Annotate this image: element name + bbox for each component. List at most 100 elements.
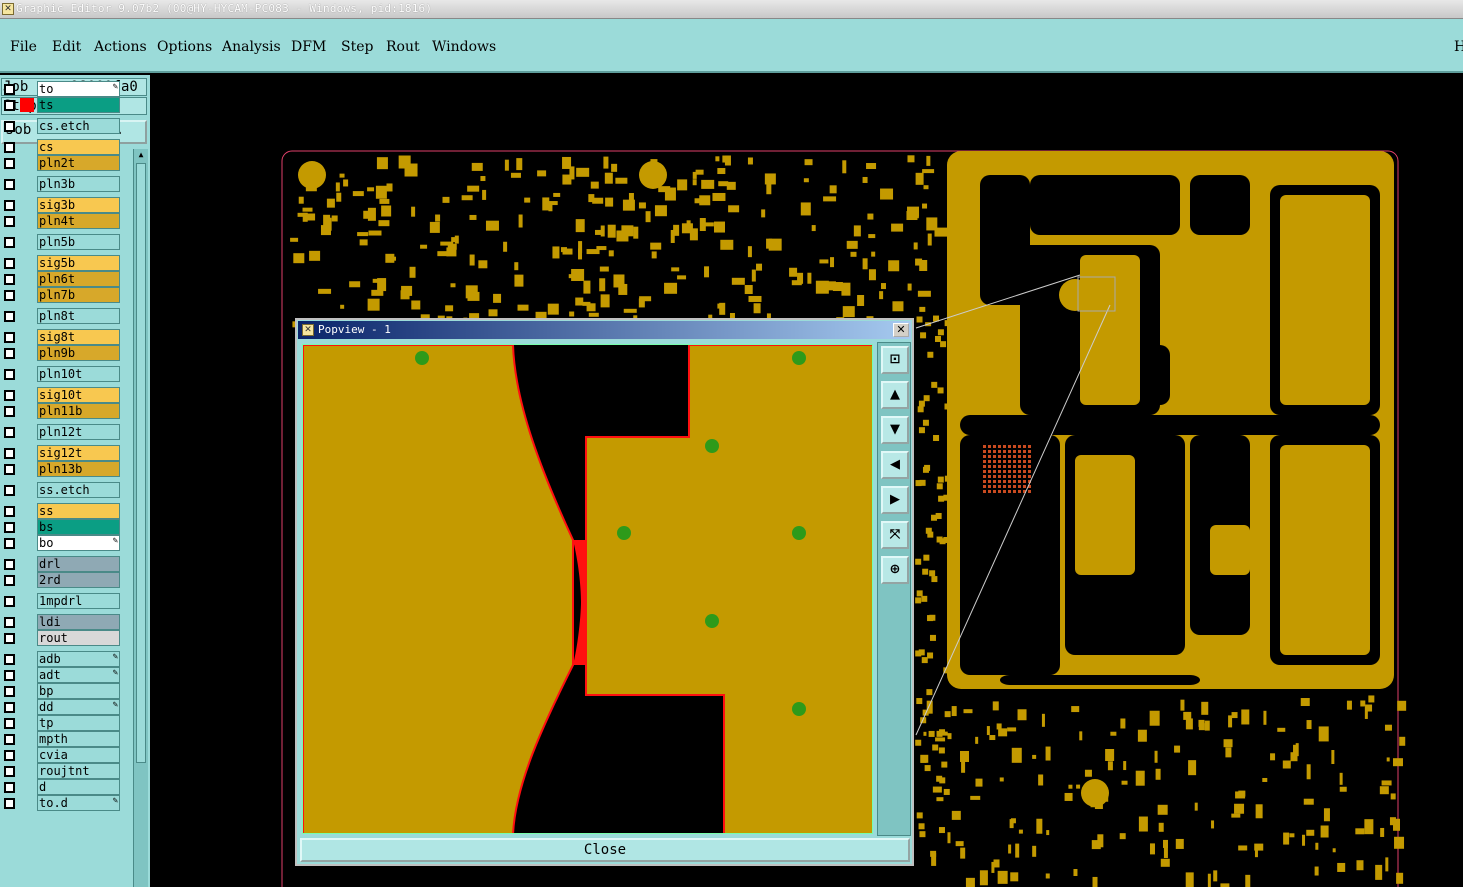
layer-row-2rd[interactable]: 2rd (2, 572, 120, 588)
layer-name[interactable]: dd (37, 699, 120, 715)
layer-row-ss[interactable]: ss (2, 503, 120, 519)
layer-row-cvia[interactable]: cvia (2, 747, 120, 763)
layer-row-to[interactable]: to ✎ (2, 81, 120, 97)
layer-checkbox[interactable] (4, 100, 15, 111)
layer-affected-mark[interactable] (20, 198, 34, 212)
zoom-out-icon[interactable]: ⤧ (881, 521, 909, 549)
layer-affected-mark[interactable] (20, 780, 34, 794)
layer-row-pln11b[interactable]: pln11b (2, 403, 120, 419)
layer-name[interactable]: adb (37, 651, 120, 667)
layer-row-pln7b[interactable]: pln7b (2, 287, 120, 303)
layer-row-sig5b[interactable]: sig5b (2, 255, 120, 271)
popview-titlebar[interactable]: ✕ Popview - 1 ✕ (298, 321, 911, 339)
layer-row-cs-etch[interactable]: cs.etch (2, 118, 120, 134)
layer-affected-mark[interactable] (20, 425, 34, 439)
layer-name[interactable]: sig12t (37, 445, 120, 461)
layer-scrollbar[interactable]: ▲ (133, 149, 148, 887)
layer-row-rout[interactable]: rout (2, 630, 120, 646)
layer-affected-mark[interactable] (20, 573, 34, 587)
layer-name[interactable]: to.d (37, 795, 120, 811)
scroll-thumb[interactable] (136, 163, 146, 763)
layer-name[interactable]: cs (37, 139, 120, 155)
layer-checkbox[interactable] (4, 654, 15, 665)
layer-row-adb[interactable]: adb ✎ (2, 651, 120, 667)
layer-checkbox[interactable] (4, 522, 15, 533)
layer-checkbox[interactable] (4, 348, 15, 359)
layer-name[interactable]: ss (37, 503, 120, 519)
layer-name[interactable]: 2rd (37, 572, 120, 588)
layer-name[interactable]: pln7b (37, 287, 120, 303)
menu-actions[interactable]: Actions (94, 39, 147, 55)
layer-row-pln8t[interactable]: pln8t (2, 308, 120, 324)
layer-affected-mark[interactable] (20, 388, 34, 402)
layer-affected-mark[interactable] (20, 652, 34, 666)
layer-affected-mark[interactable] (20, 119, 34, 133)
layer-checkbox[interactable] (4, 158, 15, 169)
layer-name[interactable]: bp (37, 683, 120, 699)
layer-checkbox[interactable] (4, 464, 15, 475)
layer-affected-mark[interactable] (20, 214, 34, 228)
pan-left-icon[interactable]: ◀ (881, 451, 909, 479)
layer-name[interactable]: bo (37, 535, 120, 551)
layer-checkbox[interactable] (4, 332, 15, 343)
menu-step[interactable]: Step (341, 39, 373, 55)
layer-name[interactable]: pln5b (37, 234, 120, 250)
layer-name[interactable]: roujtnt (37, 763, 120, 779)
layer-name[interactable]: pln10t (37, 366, 120, 382)
layer-name[interactable]: pln3b (37, 176, 120, 192)
layer-row-to-d[interactable]: to.d ✎ (2, 795, 120, 811)
layer-name[interactable]: pln13b (37, 461, 120, 477)
layer-name[interactable]: ts (37, 97, 120, 113)
layer-row-sig8t[interactable]: sig8t (2, 329, 120, 345)
layer-row-drl[interactable]: drl (2, 556, 120, 572)
layer-affected-mark[interactable] (20, 446, 34, 460)
layer-name[interactable]: pln11b (37, 403, 120, 419)
layer-name[interactable]: pln8t (37, 308, 120, 324)
layer-checkbox[interactable] (4, 702, 15, 713)
layer-name[interactable]: cvia (37, 747, 120, 763)
layer-row-pln3b[interactable]: pln3b (2, 176, 120, 192)
layer-name[interactable]: to (37, 81, 120, 97)
layer-checkbox[interactable] (4, 617, 15, 628)
layer-affected-mark[interactable] (20, 177, 34, 191)
layer-affected-mark[interactable] (20, 764, 34, 778)
layer-affected-mark[interactable] (20, 82, 34, 96)
layer-checkbox[interactable] (4, 506, 15, 517)
layer-checkbox[interactable] (4, 311, 15, 322)
layer-checkbox[interactable] (4, 142, 15, 153)
layer-row-ss-etch[interactable]: ss.etch (2, 482, 120, 498)
popview-close-button[interactable]: Close (300, 838, 910, 862)
layer-row-bs[interactable]: bs (2, 519, 120, 535)
layer-row-bo[interactable]: bo ✎ (2, 535, 120, 551)
menu-windows[interactable]: Windows (432, 39, 496, 55)
pan-down-icon[interactable]: ▼ (881, 416, 909, 444)
layer-affected-mark[interactable] (20, 288, 34, 302)
popview-close-icon[interactable]: ✕ (893, 323, 909, 337)
layer-checkbox[interactable] (4, 633, 15, 644)
layer-name[interactable]: ldi (37, 614, 120, 630)
layer-checkbox[interactable] (4, 718, 15, 729)
layer-row-ts[interactable]: ts (2, 97, 120, 113)
layer-checkbox[interactable] (4, 121, 15, 132)
layer-affected-mark[interactable] (20, 631, 34, 645)
layer-name[interactable]: adt (37, 667, 120, 683)
layer-row-pln13b[interactable]: pln13b (2, 461, 120, 477)
layer-checkbox[interactable] (4, 686, 15, 697)
layer-row-d[interactable]: d (2, 779, 120, 795)
layer-checkbox[interactable] (4, 485, 15, 496)
layer-affected-mark[interactable] (20, 462, 34, 476)
layer-affected-mark[interactable] (20, 235, 34, 249)
layer-row-pln6t[interactable]: pln6t (2, 271, 120, 287)
layer-checkbox[interactable] (4, 237, 15, 248)
layer-checkbox[interactable] (4, 274, 15, 285)
layer-row-mpth[interactable]: mpth (2, 731, 120, 747)
layer-row-pln10t[interactable]: pln10t (2, 366, 120, 382)
pan-up-icon[interactable]: ▲ (881, 381, 909, 409)
layer-checkbox[interactable] (4, 290, 15, 301)
menu-options[interactable]: Options (157, 39, 212, 55)
layer-checkbox[interactable] (4, 670, 15, 681)
layer-affected-mark[interactable] (20, 483, 34, 497)
layer-row-pln5b[interactable]: pln5b (2, 234, 120, 250)
layer-name[interactable]: ss.etch (37, 482, 120, 498)
layer-row-sig10t[interactable]: sig10t (2, 387, 120, 403)
